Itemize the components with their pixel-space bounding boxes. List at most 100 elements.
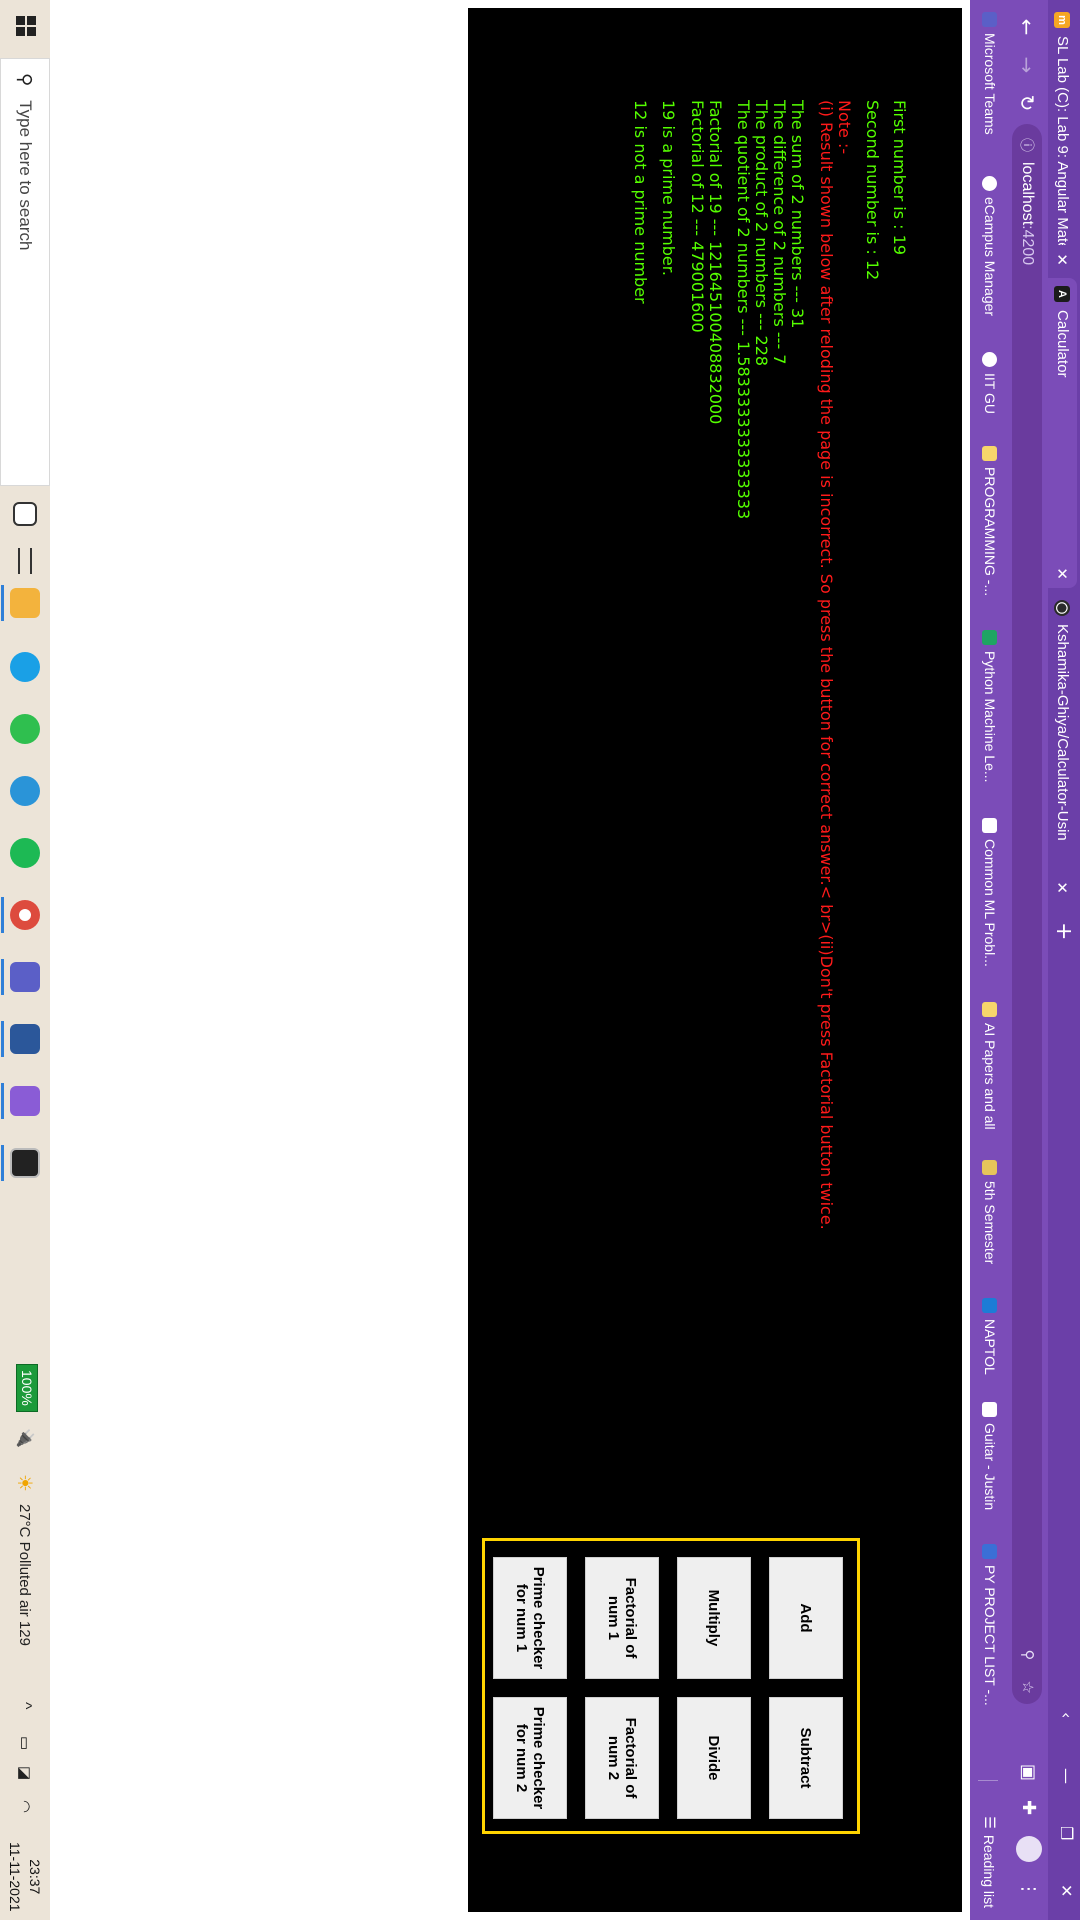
address-bar[interactable]: ⓘ localhost:4200 ⚲ ☆ [1012,124,1042,1704]
close-window-icon[interactable]: ✕ [1057,1884,1076,1897]
terminal-icon[interactable] [10,1148,40,1178]
tab-strip: m SL Lab (C): Lab 9: Angular Materi ✕ A … [1048,0,1080,1920]
bookmarks-bar: Microsoft Teams eCampus Manager IIT GU P… [970,0,1006,1920]
bookmark-microsoft-teams[interactable]: Microsoft Teams [982,12,998,135]
network-icon[interactable]: ◪ [0,1766,50,1780]
prime-num1-button[interactable]: Prime checker for num 1 [493,1557,567,1679]
bookmark-programming[interactable]: PROGRAMMING -... [982,446,998,596]
active-indicator [1,897,4,933]
second-number-text: Second number is : 12 [863,100,882,281]
add-button[interactable]: Add [769,1557,843,1679]
close-icon[interactable]: ✕ [1054,567,1072,580]
chevron-up-icon[interactable]: ^ [0,1702,50,1710]
github-icon: ◯ [1054,600,1071,616]
globe-icon [982,352,998,367]
close-icon[interactable]: ✕ [1054,881,1072,894]
quotient-result: The quotient of 2 numbers --- 1.58333333… [734,100,753,520]
bookmark-py-project[interactable]: PY PROJECT LIST -... [982,1544,998,1706]
menu-icon[interactable]: ⋮ [1018,1880,1039,1898]
search-icon: ⚲ [14,73,36,87]
close-icon[interactable]: ✕ [1054,253,1072,266]
tab-actions-icon[interactable]: ▣ [1018,1764,1039,1781]
bookmark-label: Common ML Probl... [982,839,998,967]
bookmark-label: IIT GU [982,373,998,414]
search-placeholder: Type here to search [16,100,35,251]
first-number-text: First number is : 19 [890,100,909,255]
tab-title: Calculator [1054,310,1071,378]
wifi-icon[interactable]: ◠ [0,1800,50,1813]
back-icon[interactable]: ← [1014,14,1040,40]
multiply-button[interactable]: Multiply [677,1557,751,1679]
bookmark-python-ml[interactable]: Python Machine Le... [982,630,998,783]
bookmark-guitar[interactable]: Guitar - Justin [982,1402,998,1510]
difference-result: The difference of 2 numbers --- 7 [770,100,789,365]
tab-sl-lab[interactable]: m SL Lab (C): Lab 9: Angular Materi ✕ [1048,4,1077,274]
task-view-icon[interactable] [13,502,37,526]
word-icon[interactable] [10,1024,40,1054]
divide-button[interactable]: Divide [677,1697,751,1819]
active-indicator [1,1083,4,1119]
visual-studio-icon[interactable] [10,1086,40,1116]
moodle-icon: m [1054,12,1071,28]
forward-icon[interactable]: → [1014,52,1040,78]
address-bar-icons: ⚲ ☆ [1019,1650,1037,1694]
spotify-icon[interactable] [10,838,40,868]
bookmark-5th-semester[interactable]: 5th Semester [982,1160,998,1264]
bookmark-label: 5th Semester [982,1181,998,1265]
divider [978,1780,998,1781]
product-result: The product of 2 numbers --- 228 [752,100,771,367]
tab-search-icon[interactable]: ‹ [1057,1712,1076,1718]
charging-icon: 🔌 [16,1428,33,1448]
prime-1-result: 19 is a prime number. [659,100,678,276]
calculator-page: First number is : 19 Second number is : … [468,8,962,1912]
edge-icon[interactable] [10,652,40,682]
avatar[interactable] [1016,1836,1042,1862]
site-icon [982,630,998,645]
reading-list-icon: ☰ [982,1816,998,1829]
drive-icon [982,818,998,833]
telegram-icon[interactable] [10,776,40,806]
prime-num2-button[interactable]: Prime checker for num 2 [493,1697,567,1819]
date-text: 11-11-2021 [7,1842,23,1912]
factorial-num1-button[interactable]: Factorial of num 1 [585,1557,659,1679]
file-explorer-icon[interactable] [10,588,40,618]
active-indicator [1,1021,4,1057]
maximize-icon[interactable]: ❐ [1057,1826,1076,1840]
sum-result: The sum of 2 numbers --- 31 [788,100,807,329]
new-tab-icon[interactable]: + [1051,922,1076,940]
url-port: :4200 [1019,225,1036,266]
reload-icon[interactable]: ↻ [1014,90,1040,116]
reading-list-button[interactable]: ☰ Reading list [981,1816,999,1908]
bookmark-common-ml[interactable]: Common ML Probl... [982,818,998,967]
tab-calculator[interactable]: A Calculator ✕ [1048,278,1077,588]
chrome-icon[interactable] [10,900,40,930]
bookmark-label: Microsoft Teams [982,33,998,135]
bookmark-ecampus[interactable]: eCampus Manager [982,176,998,316]
weather-text[interactable]: 27°C Polluted air 129 [0,1504,50,1646]
weather-icon[interactable]: ☀ [0,1474,50,1492]
minimize-icon[interactable]: — [1057,1768,1076,1784]
bookmark-iit-gu[interactable]: IIT GU [982,352,998,414]
taskbar-search-box[interactable]: ⚲ Type here to search [0,58,50,486]
subtract-button[interactable]: Subtract [769,1697,843,1819]
prime-2-result: 12 is not a prime number [631,100,650,304]
windows-start-icon[interactable] [16,16,36,36]
bookmark-label: AI Papers and all [982,1023,998,1130]
site-icon [982,1160,998,1175]
battery-indicator[interactable]: 100% [16,1364,38,1412]
factorial-num2-button[interactable]: Factorial of num 2 [585,1697,659,1819]
whatsapp-icon[interactable] [10,714,40,744]
zoom-icon[interactable]: ⚲ [1019,1650,1037,1661]
url-host: localhost [1019,162,1036,226]
widgets-icon[interactable] [18,548,32,574]
meet-now-icon[interactable]: ▭ [0,1736,50,1750]
tab-github[interactable]: ◯ Kshamika-Ghiya/Calculator-Usin ✕ [1048,592,1077,902]
teams-taskbar-icon[interactable] [10,962,40,992]
site-icon [982,1298,998,1313]
star-icon[interactable]: ☆ [1019,1681,1037,1694]
clock[interactable]: 23:37 11-11-2021 [5,1842,45,1912]
extensions-icon[interactable]: ✚ [1018,1800,1039,1815]
bookmark-ai-papers[interactable]: AI Papers and all [982,1002,998,1130]
bookmark-naptol[interactable]: NAPTOL [982,1298,998,1375]
info-icon[interactable]: ⓘ [1017,138,1037,152]
